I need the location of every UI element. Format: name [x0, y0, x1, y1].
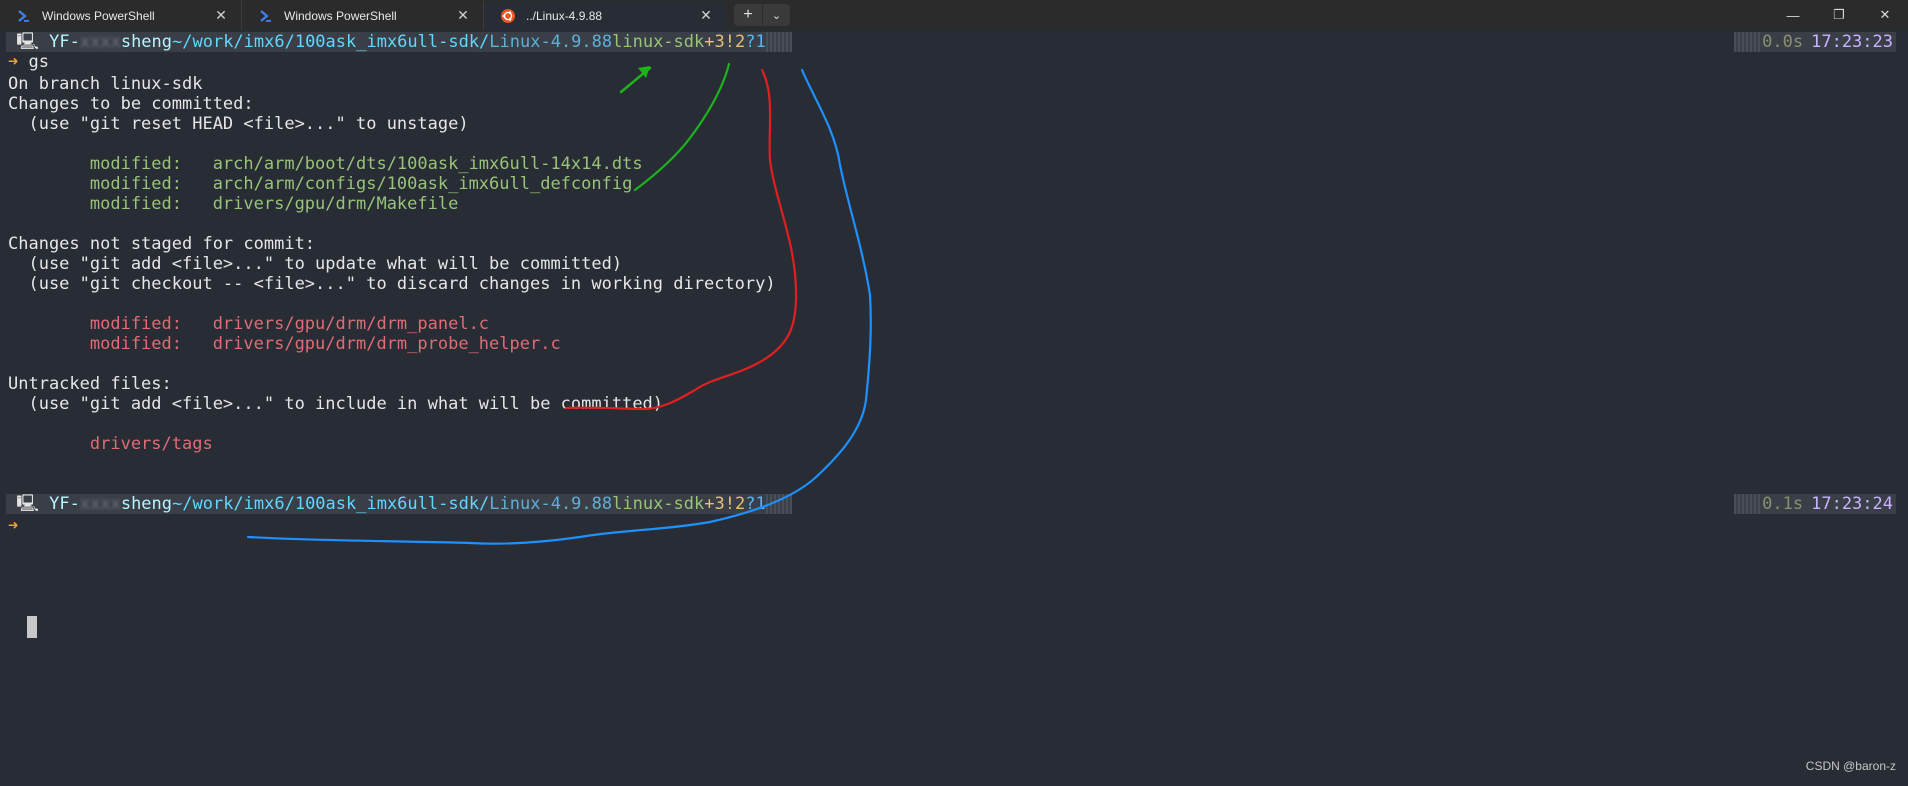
untracked-file: drivers/tags	[8, 434, 213, 454]
prompt-user: YF-	[49, 493, 80, 514]
command-text: gs	[28, 52, 49, 72]
command-line: ➜ gs	[8, 50, 49, 74]
terminal-pane[interactable]: 🖳 YF-xxxx sheng ~/work/imx6/100ask_imx6ul…	[0, 30, 1908, 786]
right-prompt: 0.0s 17:23:23	[1734, 32, 1896, 52]
git-untracked-count: ?1	[745, 493, 766, 514]
prompt-path: ~/work/imx6/100ask_imx6ull-sdk/	[172, 31, 490, 52]
prompt-fade	[765, 32, 792, 52]
git-branch: linux-sdk	[612, 31, 705, 52]
new-tab-button[interactable]: +	[734, 4, 762, 26]
user-icon: 🖳	[6, 31, 50, 52]
tab-dropdown-button[interactable]: ⌄	[762, 4, 790, 26]
prompt-user-tail: sheng	[120, 493, 173, 514]
prompt-path-last: Linux-4.9.88	[489, 493, 613, 514]
tab-powershell-2[interactable]: Windows PowerShell ✕	[242, 1, 484, 30]
git-untracked-count: ?1	[745, 31, 766, 52]
prompt-user-redacted: xxxx	[79, 31, 121, 52]
new-tab-group: + ⌄	[734, 4, 790, 26]
prompt-arrow: ➜	[8, 516, 19, 536]
git-modified-count: !2	[724, 31, 746, 52]
user-icon: 🖳	[6, 493, 50, 514]
prompt-line: 🖳 YF-xxxx sheng ~/work/imx6/100ask_imx6ul…	[6, 32, 792, 52]
prompt-time: 17:23:24	[1805, 494, 1896, 514]
git-modified-count: !2	[724, 493, 746, 514]
prompt-line: 🖳 YF-xxxx sheng ~/work/imx6/100ask_imx6ul…	[6, 494, 792, 514]
command-line: ➜	[8, 514, 18, 538]
ubuntu-icon	[500, 8, 516, 24]
close-window-button[interactable]: ✕	[1862, 0, 1908, 30]
powershell-icon	[16, 8, 32, 24]
tab-linux-active[interactable]: ../Linux-4.9.88 ✕	[484, 1, 726, 30]
git-staged-count: +3	[704, 493, 725, 514]
output-untracked-hint: (use "git add <file>..." to include in w…	[8, 394, 664, 414]
text-cursor	[27, 616, 37, 638]
watermark: CSDN @baron-z	[1805, 758, 1896, 773]
staged-file: modified: drivers/gpu/drm/Makefile	[8, 194, 459, 214]
rprompt-fade	[1734, 494, 1761, 514]
command-duration: 0.1s	[1760, 493, 1806, 514]
rprompt-fade	[1734, 32, 1761, 52]
git-staged-count: +3	[704, 31, 725, 52]
prompt-fade	[765, 494, 792, 514]
prompt-path: ~/work/imx6/100ask_imx6ull-sdk/	[172, 493, 490, 514]
unstaged-file: modified: drivers/gpu/drm/drm_probe_help…	[8, 334, 561, 354]
prompt-arrow: ➜	[8, 52, 19, 72]
prompt-time: 17:23:23	[1805, 32, 1896, 52]
close-icon[interactable]: ✕	[698, 7, 714, 24]
tab-bar: Windows PowerShell ✕ Windows PowerShell …	[0, 0, 1908, 30]
right-prompt: 0.1s 17:23:24	[1734, 494, 1896, 514]
output-staged-hint: (use "git reset HEAD <file>..." to unsta…	[8, 114, 469, 134]
close-icon[interactable]: ✕	[455, 7, 471, 24]
prompt-user: YF-	[49, 31, 80, 52]
window-controls: — ❐ ✕	[1770, 0, 1908, 30]
git-branch: linux-sdk	[612, 493, 705, 514]
restore-button[interactable]: ❐	[1816, 0, 1862, 30]
prompt-user-tail: sheng	[120, 31, 173, 52]
tab-powershell-1[interactable]: Windows PowerShell ✕	[0, 1, 242, 30]
powershell-icon	[258, 8, 274, 24]
close-icon[interactable]: ✕	[213, 7, 229, 24]
command-duration: 0.0s	[1760, 31, 1806, 52]
prompt-user-redacted: xxxx	[79, 493, 121, 514]
minimize-button[interactable]: —	[1770, 0, 1816, 30]
tab-title: Windows PowerShell	[42, 8, 155, 23]
tab-title: ../Linux-4.9.88	[526, 8, 603, 23]
tab-title: Windows PowerShell	[284, 8, 397, 23]
output-unstaged-hint: (use "git checkout -- <file>..." to disc…	[8, 274, 776, 294]
prompt-path-last: Linux-4.9.88	[489, 31, 613, 52]
